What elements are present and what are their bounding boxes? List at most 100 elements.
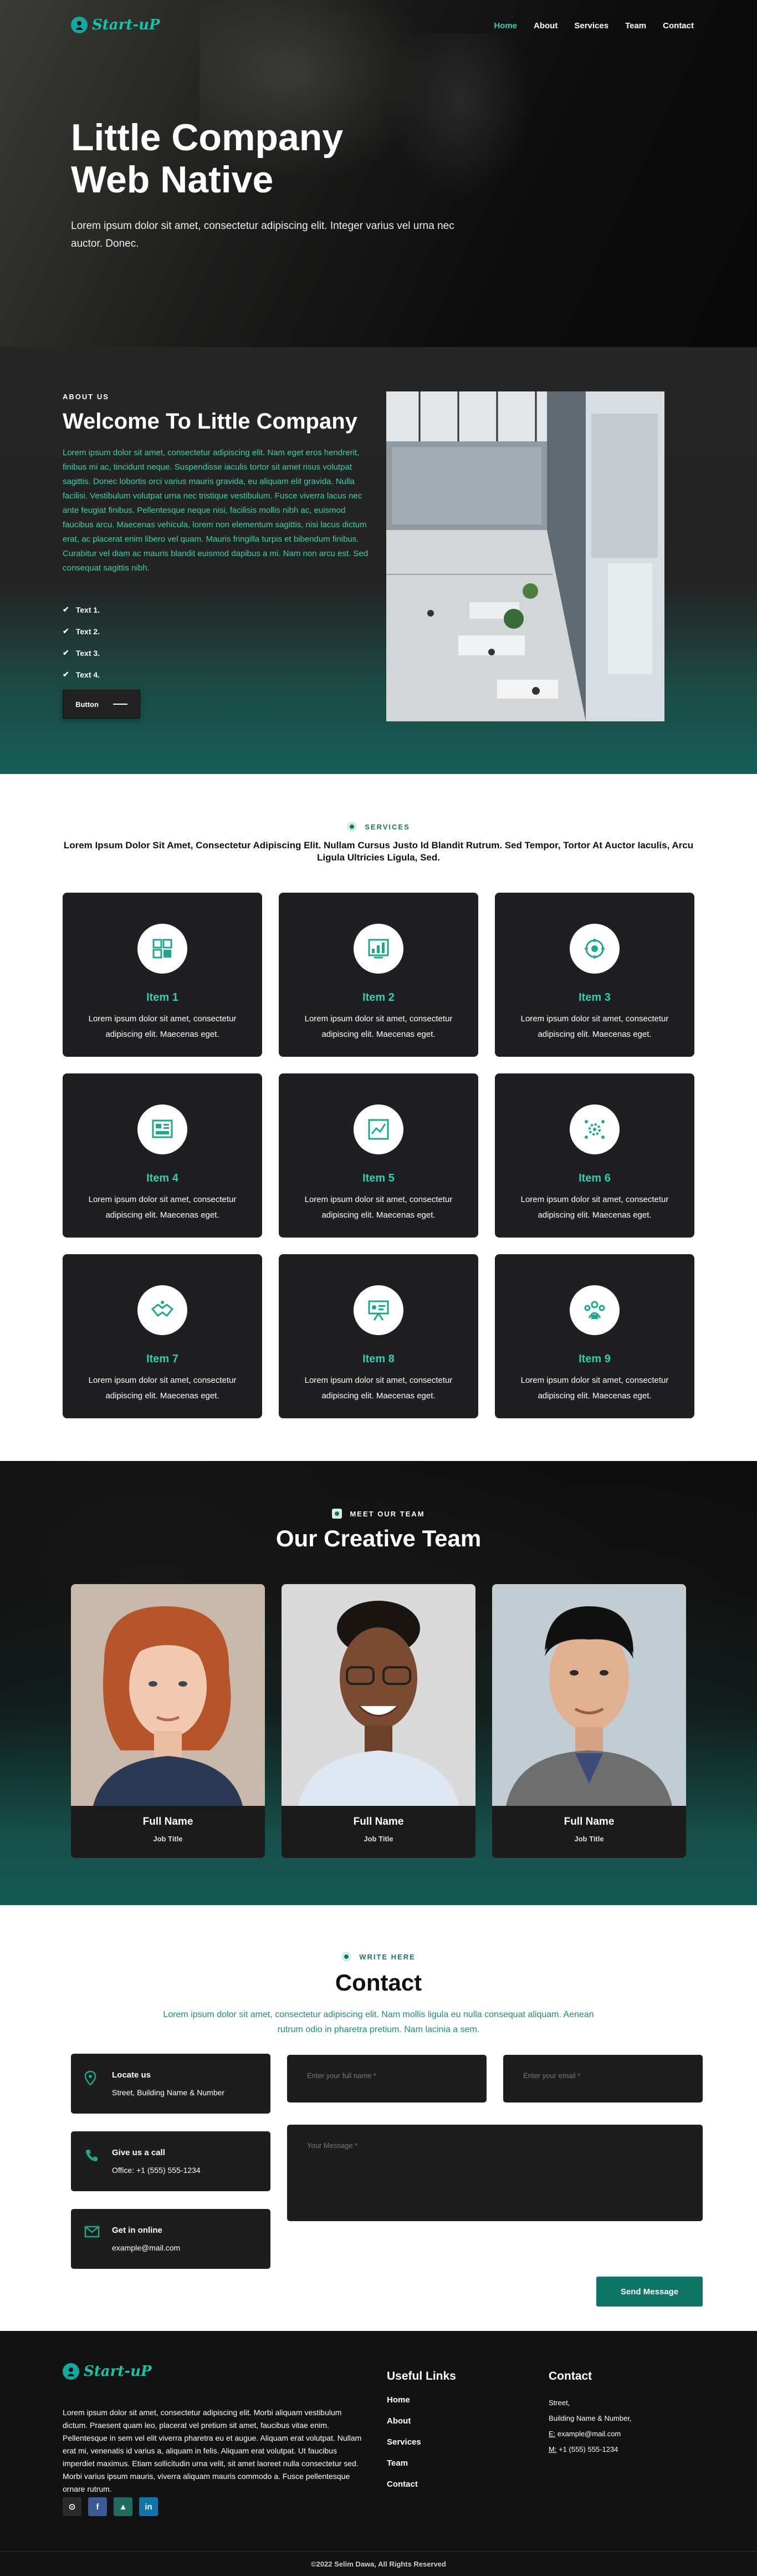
footer-contact-title: Contact xyxy=(549,2370,592,2382)
service-title: Item 9 xyxy=(579,1353,611,1365)
puzzle-icon xyxy=(137,924,187,974)
service-title: Item 6 xyxy=(579,1172,611,1184)
team-eyebrow-label: MEET OUR TEAM xyxy=(350,1509,425,1518)
member-name: Full Name xyxy=(564,1816,615,1827)
email-field[interactable]: Enter your email * xyxy=(503,2055,703,2102)
services-section: SERVICES Lorem Ipsum Dolor Sit Amet, Con… xyxy=(0,774,757,1461)
team-icon xyxy=(570,1285,620,1335)
footer-phone[interactable]: +1 (555) 555-1234 xyxy=(559,2445,618,2453)
service-text: Lorem ipsum dolor sit amet, consectetur … xyxy=(88,1195,237,1220)
send-message-button[interactable]: Send Message xyxy=(596,2277,703,2307)
call-label: Give us a call xyxy=(112,2148,165,2157)
hero-title-line-2: Web Native xyxy=(71,159,274,201)
service-card-2[interactable]: Item 2 Lorem ipsum dolor sit amet, consec… xyxy=(279,893,478,1057)
github-icon[interactable]: ⊙ xyxy=(63,2497,81,2516)
nav-team[interactable]: Team xyxy=(625,21,646,30)
services-badge-icon xyxy=(347,822,357,832)
contact-title: Contact xyxy=(335,1969,422,1995)
services-grid: Item 1 Lorem ipsum dolor sit amet, consec… xyxy=(63,893,694,1418)
about-list: ✔ Text 1. ✔ Text 2. ✔ Text 3. ✔ Text 4. xyxy=(63,599,100,685)
email-prefix: E: xyxy=(549,2430,556,2438)
footer-link-about[interactable]: About xyxy=(387,2416,421,2437)
useful-links-title: Useful Links xyxy=(387,2370,456,2382)
list-item: ✔ Text 3. xyxy=(63,642,100,664)
footer-email[interactable]: example@mail.com xyxy=(557,2430,621,2438)
strategy-icon xyxy=(570,924,620,974)
footer-phone-row: M: +1 (555) 555-1234 xyxy=(549,2442,632,2457)
service-text: Lorem ipsum dolor sit amet, consectetur … xyxy=(88,1014,237,1039)
hero-title-line-1: Little Company xyxy=(71,116,344,159)
list-item-label: Text 4. xyxy=(75,670,100,679)
footer-link-contact[interactable]: Contact xyxy=(387,2480,421,2501)
presentation-icon xyxy=(354,1285,403,1335)
contact-section: WRITE HERE Contact Lorem ipsum dolor sit… xyxy=(0,1905,757,2331)
site-logo[interactable]: Start-uP xyxy=(71,17,160,33)
list-item: ✔ Text 4. xyxy=(63,664,100,685)
report-icon xyxy=(354,1104,403,1154)
nav-services[interactable]: Services xyxy=(574,21,608,30)
footer-divider xyxy=(0,2551,757,2552)
service-title: Item 1 xyxy=(146,991,178,1004)
mail-label: Get in online xyxy=(112,2226,162,2235)
service-card-8[interactable]: Item 8 Lorem ipsum dolor sit amet, consec… xyxy=(279,1254,478,1418)
check-icon: ✔ xyxy=(63,670,69,679)
team-title: Our Creative Team xyxy=(275,1525,482,1551)
service-card-3[interactable]: Item 3 Lorem ipsum dolor sit amet, consec… xyxy=(495,893,694,1057)
office-photo xyxy=(386,391,664,721)
logo-mark-icon xyxy=(63,2363,79,2380)
service-title: Item 8 xyxy=(362,1353,395,1365)
nav-contact[interactable]: Contact xyxy=(663,21,694,30)
linkedin-icon[interactable]: in xyxy=(139,2497,158,2516)
nav-about[interactable]: About xyxy=(534,21,557,30)
list-item: ✔ Text 1. xyxy=(63,599,100,620)
about-section: ABOUT US Welcome To Little Company Lorem… xyxy=(0,347,757,774)
message-field-placeholder: Your Message * xyxy=(307,2141,358,2150)
social-links: ⊙ f ▲ in xyxy=(63,2497,158,2516)
about-text: Lorem ipsum dolor sit amet, consectetur … xyxy=(63,448,369,573)
service-card-7[interactable]: Item 7 Lorem ipsum dolor sit amet, consec… xyxy=(63,1254,262,1418)
member-job: Job Title xyxy=(364,1835,393,1843)
contact-eyebrow-label: WRITE HERE xyxy=(359,1952,416,1961)
service-title: Item 7 xyxy=(146,1353,178,1365)
copyright: ©2022 Selim Dawa, All Rights Reserved xyxy=(311,2560,446,2568)
list-item-label: Text 1. xyxy=(75,605,100,614)
nav-home[interactable]: Home xyxy=(494,21,517,30)
name-field-placeholder: Enter your full name * xyxy=(307,2071,377,2080)
name-field[interactable]: Enter your full name * xyxy=(287,2055,487,2102)
hero-section: Start-uP Home About Services Team Contac… xyxy=(0,0,757,347)
mail-value[interactable]: example@mail.com xyxy=(112,2243,180,2252)
locate-value: Street, Building Name & Number xyxy=(112,2088,225,2097)
envelope-icon xyxy=(84,2226,100,2241)
handshake-icon xyxy=(137,1285,187,1335)
mail-box: Get in online example@mail.com xyxy=(71,2209,270,2269)
message-field[interactable]: Your Message * xyxy=(287,2125,703,2221)
service-text: Lorem ipsum dolor sit amet, consectetur … xyxy=(520,1376,669,1401)
team-member-card-3[interactable]: Full Name Job Title xyxy=(492,1584,686,1858)
team-badge-icon xyxy=(332,1509,342,1519)
footer-link-team[interactable]: Team xyxy=(387,2458,421,2480)
logo-text: Start-uP xyxy=(92,17,160,33)
member-photo xyxy=(492,1584,686,1806)
member-photo xyxy=(71,1584,265,1806)
dashboard-icon xyxy=(137,1104,187,1154)
service-title: Item 2 xyxy=(362,991,395,1004)
contact-badge-icon xyxy=(341,1952,352,1962)
facebook-icon[interactable]: f xyxy=(88,2497,107,2516)
list-item-label: Text 2. xyxy=(75,627,100,636)
service-card-9[interactable]: Item 9 Lorem ipsum dolor sit amet, consec… xyxy=(495,1254,694,1418)
service-card-6[interactable]: Item 6 Lorem ipsum dolor sit amet, consec… xyxy=(495,1073,694,1238)
codepen-icon[interactable]: ▲ xyxy=(114,2497,132,2516)
team-member-card-1[interactable]: Full Name Job Title xyxy=(71,1584,265,1858)
service-card-5[interactable]: Item 5 Lorem ipsum dolor sit amet, consec… xyxy=(279,1073,478,1238)
call-value[interactable]: Office: +1 (555) 555-1234 xyxy=(112,2166,201,2175)
about-button[interactable]: Button xyxy=(63,690,140,719)
team-section: MEET OUR TEAM Our Creative Team Full Nam… xyxy=(0,1461,757,1905)
footer-link-services[interactable]: Services xyxy=(387,2437,421,2458)
service-card-1[interactable]: Item 1 Lorem ipsum dolor sit amet, consec… xyxy=(63,893,262,1057)
team-member-card-2[interactable]: Full Name Job Title xyxy=(282,1584,475,1858)
logo-mark-icon xyxy=(71,17,88,33)
footer-logo[interactable]: Start-uP xyxy=(63,2363,152,2380)
member-name: Full Name xyxy=(142,1816,193,1827)
footer-link-home[interactable]: Home xyxy=(387,2395,421,2416)
service-card-4[interactable]: Item 4 Lorem ipsum dolor sit amet, consec… xyxy=(63,1073,262,1238)
